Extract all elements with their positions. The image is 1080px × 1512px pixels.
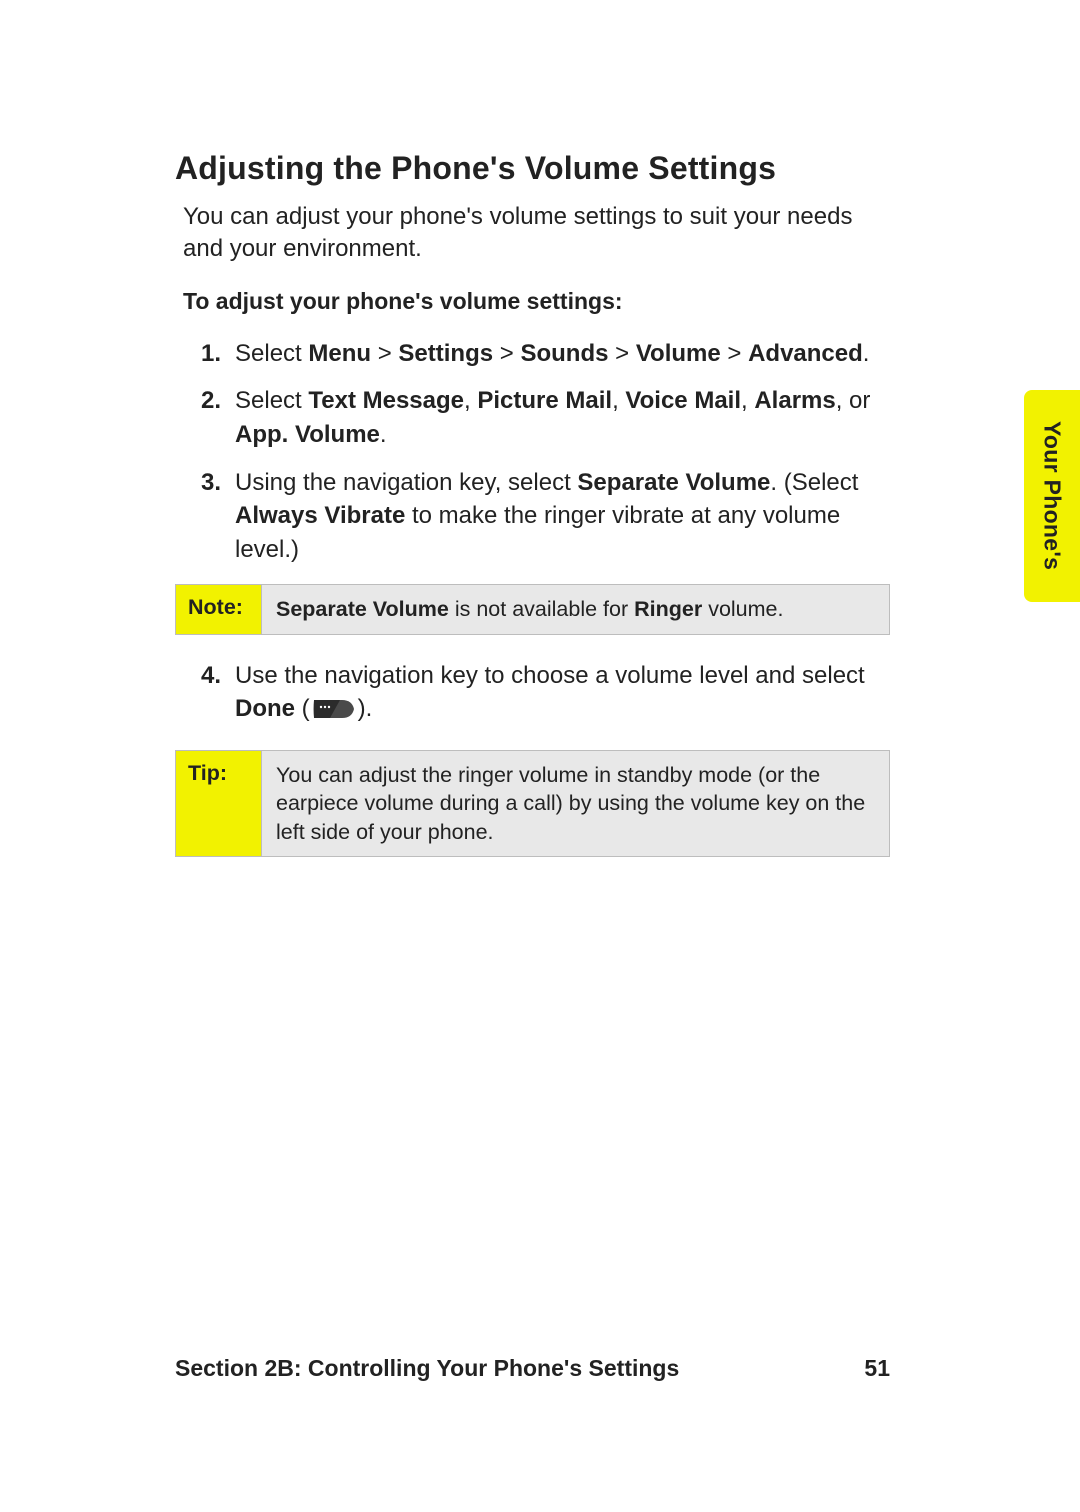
- step-4: Use the navigation key to choose a volum…: [221, 659, 890, 730]
- tip-body: You can adjust the ringer volume in stan…: [262, 751, 889, 856]
- menu-path-menu: Menu: [308, 340, 371, 367]
- opt-voice-mail: Voice Mail: [625, 387, 741, 414]
- note-body: Separate Volume is not available for Rin…: [262, 585, 889, 633]
- step-3: Using the navigation key, select Separat…: [221, 466, 890, 567]
- term-always-vibrate: Always Vibrate: [235, 502, 405, 529]
- side-tab-label: Your Phone's: [1039, 421, 1066, 570]
- manual-page: Adjusting the Phone's Volume Settings Yo…: [0, 0, 1080, 1512]
- menu-path-settings: Settings: [398, 340, 493, 367]
- procedure-heading: To adjust your phone's volume settings:: [183, 288, 890, 315]
- menu-path-sounds: Sounds: [520, 340, 608, 367]
- page-title: Adjusting the Phone's Volume Settings: [175, 150, 890, 187]
- page-footer: Section 2B: Controlling Your Phone's Set…: [175, 1355, 890, 1382]
- footer-section: Section 2B: Controlling Your Phone's Set…: [175, 1355, 679, 1382]
- opt-text-message: Text Message: [308, 387, 464, 414]
- note-term-ringer: Ringer: [634, 597, 702, 621]
- term-done: Done: [235, 695, 295, 722]
- step-text: Using the navigation key, select: [235, 469, 577, 496]
- note-callout: Note: Separate Volume is not available f…: [175, 584, 890, 634]
- step-2: Select Text Message, Picture Mail, Voice…: [221, 384, 890, 451]
- opt-picture-mail: Picture Mail: [477, 387, 612, 414]
- intro-paragraph: You can adjust your phone's volume setti…: [183, 201, 890, 266]
- opt-app-volume: App. Volume: [235, 421, 380, 448]
- term-separate-volume: Separate Volume: [577, 469, 770, 496]
- tip-callout: Tip: You can adjust the ringer volume in…: [175, 750, 890, 857]
- footer-page-number: 51: [864, 1355, 890, 1382]
- softkey-icon: [312, 696, 356, 730]
- procedure-steps-continued: Use the navigation key to choose a volum…: [175, 659, 890, 730]
- tip-label: Tip:: [176, 751, 262, 856]
- note-term-separate-volume: Separate Volume: [276, 597, 449, 621]
- procedure-steps: Select Menu > Settings > Sounds > Volume…: [175, 337, 890, 567]
- step-1: Select Menu > Settings > Sounds > Volume…: [221, 337, 890, 371]
- note-label: Note:: [176, 585, 262, 633]
- step-text: Select: [235, 387, 308, 414]
- opt-alarms: Alarms: [754, 387, 835, 414]
- step-text: Use the navigation key to choose a volum…: [235, 662, 865, 689]
- step-text: Select: [235, 340, 308, 367]
- section-side-tab: Your Phone's: [1024, 390, 1080, 602]
- menu-path-volume: Volume: [636, 340, 721, 367]
- menu-path-advanced: Advanced: [748, 340, 863, 367]
